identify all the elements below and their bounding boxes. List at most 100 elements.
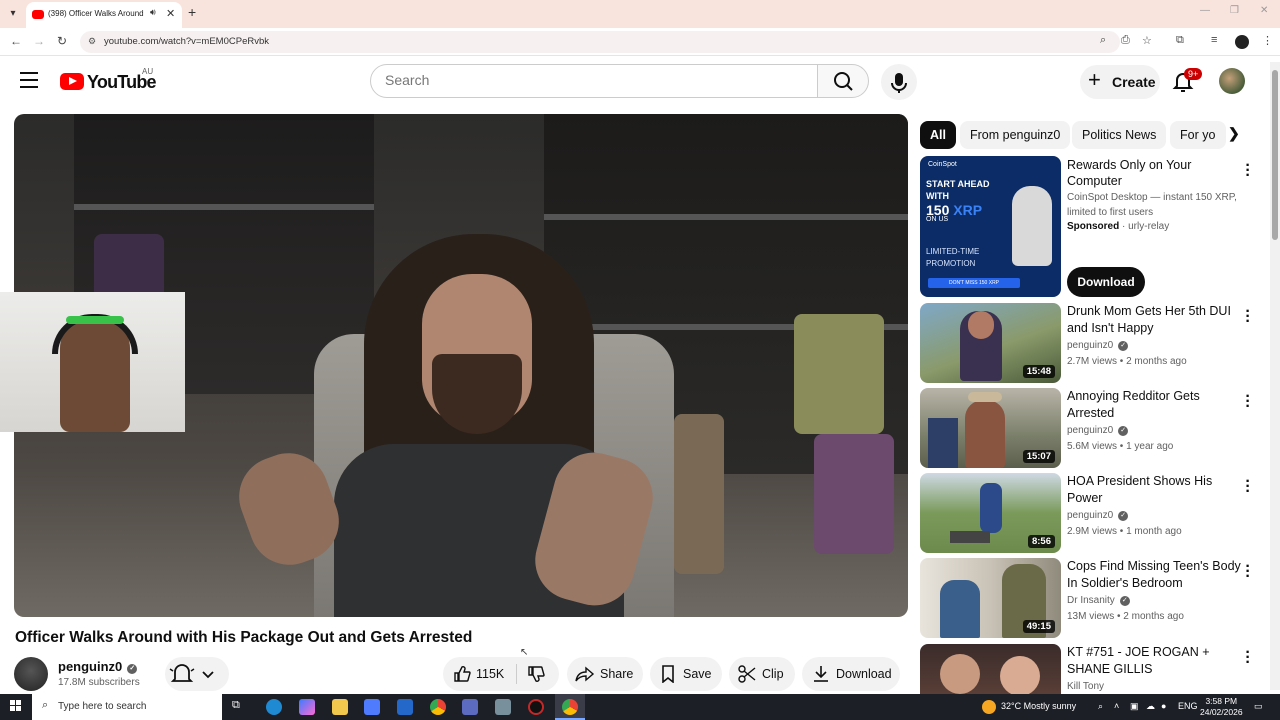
ad-download-button[interactable]: Download: [1067, 267, 1145, 297]
bookmark-star-icon[interactable]: ☆: [1142, 34, 1152, 47]
channel-name[interactable]: penguinz0 ✓: [58, 659, 138, 674]
browser-tab[interactable]: (398) Officer Walks Around 🔊︎ ✕: [26, 2, 182, 28]
microphone-icon[interactable]: ●: [1161, 701, 1166, 711]
search-button[interactable]: [817, 64, 869, 98]
recommendation-item[interactable]: KT #751 - JOE ROGAN + SHANE GILLIS Kill …: [920, 644, 1260, 694]
obs-icon[interactable]: [528, 699, 544, 715]
chip-for-you[interactable]: For yo: [1170, 121, 1226, 149]
recommendation-channel[interactable]: penguinz0 ✓: [1067, 425, 1129, 436]
recommendation-channel[interactable]: Kill Tony: [1067, 681, 1104, 692]
channel-text[interactable]: penguinz0: [1067, 425, 1113, 436]
ad-thumbnail[interactable]: CoinSpot START AHEAD WITH 150 XRP ON US L…: [920, 156, 1061, 297]
save-button[interactable]: Save: [650, 657, 722, 691]
recommendation-item[interactable]: 15:07 Annoying Redditor Gets Arrested pe…: [920, 388, 1260, 468]
forward-icon[interactable]: →: [33, 34, 45, 48]
recommendation-title[interactable]: Annoying Redditor Gets Arrested: [1067, 388, 1245, 422]
more-options-icon[interactable]: · · ·: [1244, 645, 1252, 671]
recommendation-channel[interactable]: Dr Insanity ✓: [1067, 595, 1130, 606]
account-avatar[interactable]: [1219, 68, 1245, 94]
guide-menu-icon[interactable]: [20, 72, 38, 88]
minimize-icon[interactable]: —: [1200, 5, 1210, 16]
zoom-icon[interactable]: ⌕: [1100, 34, 1106, 47]
channel-text[interactable]: Dr Insanity: [1067, 595, 1115, 606]
chrome-icon[interactable]: [430, 699, 446, 715]
reload-icon[interactable]: ↻: [57, 34, 67, 48]
url-text[interactable]: youtube.com/watch?v=mEM0CPeRvbk: [104, 36, 269, 47]
taskbar-search[interactable]: ⌕ Type here to search: [32, 694, 222, 720]
video-thumbnail[interactable]: 49:15: [920, 558, 1061, 638]
windows-start-icon[interactable]: [10, 700, 22, 712]
notification-center-icon[interactable]: ▭: [1254, 701, 1263, 712]
recommendation-item[interactable]: 8:56 HOA President Shows His Power pengu…: [920, 473, 1260, 553]
app-tray-icon[interactable]: ▣: [1130, 701, 1139, 712]
address-bar[interactable]: ⚙ youtube.com/watch?v=mEM0CPeRvbk: [80, 31, 1120, 53]
system-tray-up-icon[interactable]: ˄: [1114, 701, 1119, 711]
app-icon[interactable]: [495, 699, 511, 715]
create-button[interactable]: + Create: [1080, 65, 1160, 99]
chrome-icon[interactable]: [562, 699, 578, 715]
recommendation-title[interactable]: Cops Find Missing Teen's Body In Soldier…: [1067, 558, 1245, 592]
recommendation-title[interactable]: KT #751 - JOE ROGAN + SHANE GILLIS: [1067, 644, 1245, 678]
channel-name-text[interactable]: penguinz0: [58, 659, 122, 674]
chip-politics-news[interactable]: Politics News: [1072, 121, 1167, 149]
video-thumbnail[interactable]: 15:48: [920, 303, 1061, 383]
file-explorer-icon[interactable]: [332, 699, 348, 715]
browser-menu-icon[interactable]: ⋮: [1262, 34, 1273, 47]
chip-all[interactable]: All: [920, 121, 956, 149]
video-thumbnail[interactable]: 8:56: [920, 473, 1061, 553]
search-icon[interactable]: ⌕: [1098, 701, 1103, 712]
like-count[interactable]: 115K: [476, 667, 504, 681]
download-button[interactable]: Download: [802, 657, 900, 691]
recommendation-title[interactable]: Drunk Mom Gets Her 5th DUI and Isn't Hap…: [1067, 303, 1245, 337]
weather-text[interactable]: 32°C Mostly sunny: [1001, 701, 1076, 711]
subscribed-button[interactable]: [165, 657, 229, 691]
recommendation-channel[interactable]: penguinz0 ✓: [1067, 340, 1129, 351]
ad-title[interactable]: Rewards Only on Your Computer: [1067, 157, 1237, 189]
channel-text[interactable]: penguinz0: [1067, 510, 1113, 521]
like-button[interactable]: [453, 665, 471, 686]
taskbar-clock[interactable]: 3:58 PM 24/02/2026: [1200, 696, 1243, 718]
store-icon[interactable]: [364, 699, 380, 715]
install-icon[interactable]: ⎙: [1121, 34, 1130, 47]
chevron-right-icon[interactable]: ❯: [1228, 125, 1240, 142]
more-options-icon[interactable]: · · ·: [1244, 389, 1252, 415]
weather-icon[interactable]: [982, 700, 996, 714]
search-input[interactable]: [385, 72, 785, 88]
more-options-icon[interactable]: · · ·: [1244, 304, 1252, 330]
share-button[interactable]: Share: [567, 657, 643, 691]
recommendation-title[interactable]: HOA President Shows His Power: [1067, 473, 1245, 507]
recommendation-item[interactable]: 15:48 Drunk Mom Gets Her 5th DUI and Isn…: [920, 303, 1260, 383]
copilot-icon[interactable]: [299, 699, 315, 715]
extensions-icon[interactable]: ⧉: [1176, 34, 1184, 47]
close-window-icon[interactable]: ✕: [1260, 5, 1268, 16]
site-info-icon[interactable]: ⚙: [88, 36, 96, 47]
close-tab-icon[interactable]: ✕: [166, 7, 175, 20]
video-thumbnail[interactable]: 15:07: [920, 388, 1061, 468]
dislike-button[interactable]: [527, 665, 545, 686]
channel-avatar[interactable]: [14, 657, 48, 691]
restore-icon[interactable]: ❐: [1230, 5, 1239, 16]
more-options-icon[interactable]: · · ·: [1244, 474, 1252, 500]
scrollbar-thumb[interactable]: [1272, 70, 1278, 240]
video-thumbnail[interactable]: [920, 644, 1061, 694]
browser-profile-avatar[interactable]: [1235, 35, 1249, 49]
outlook-icon[interactable]: [397, 699, 413, 715]
new-tab-icon[interactable]: +: [188, 4, 196, 20]
tab-search-icon[interactable]: ▾: [4, 5, 22, 23]
task-view-icon[interactable]: ⧉: [232, 699, 248, 715]
back-icon[interactable]: ←: [10, 34, 22, 48]
clip-button[interactable]: Clip: [729, 657, 795, 691]
ad-more-icon[interactable]: · · ·: [1244, 158, 1252, 184]
recommendation-item[interactable]: 49:15 Cops Find Missing Teen's Body In S…: [920, 558, 1260, 638]
speaker-icon[interactable]: 🔊︎: [150, 7, 156, 18]
language-indicator[interactable]: ENG: [1178, 701, 1198, 711]
more-options-icon[interactable]: · · ·: [1244, 559, 1252, 585]
recommendation-channel[interactable]: penguinz0 ✓: [1067, 510, 1129, 521]
edge-icon[interactable]: [266, 699, 282, 715]
app-icon[interactable]: [462, 699, 478, 715]
media-controls-icon[interactable]: ≡: [1211, 34, 1217, 46]
chip-from-penguinz0[interactable]: From penguinz0: [960, 121, 1071, 149]
voice-search-button[interactable]: [881, 64, 917, 100]
channel-text[interactable]: penguinz0: [1067, 340, 1113, 351]
onedrive-icon[interactable]: ☁: [1146, 701, 1155, 712]
